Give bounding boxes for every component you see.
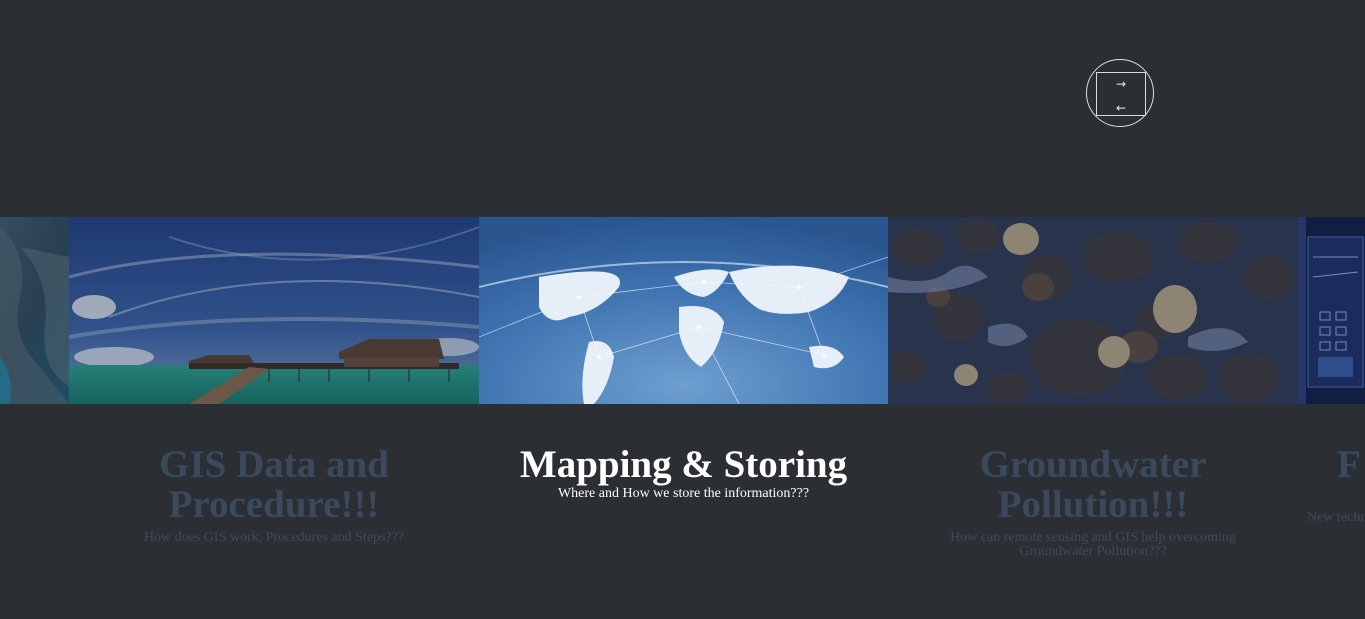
- nav-toggle-button[interactable]: → ←: [1086, 59, 1154, 127]
- carousel-slide[interactable]: [0, 217, 69, 577]
- slide-subtitle: Where and How we store the information??…: [557, 486, 810, 501]
- slide-caption: Groundwater Pollution!!! How can remote …: [888, 445, 1298, 559]
- page: → ← GIS Data and Procedure!!! How does G…: [0, 0, 1365, 619]
- slide-title: GIS Data and Procedure!!!: [159, 443, 389, 526]
- slide-overlay: [479, 217, 888, 404]
- arrow-right-icon: →: [1115, 77, 1127, 91]
- arrow-left-icon: ←: [1115, 101, 1127, 115]
- slide-overlay: [1298, 217, 1365, 404]
- slide-title: F: [1337, 443, 1361, 486]
- carousel-slide-active[interactable]: Mapping & Storing Where and How we store…: [479, 217, 888, 577]
- slide-subtitle: How can remote sensing and GIS help over…: [950, 530, 1236, 559]
- slide-caption: GIS Data and Procedure!!! How does GIS w…: [69, 445, 479, 545]
- carousel-slide[interactable]: F New techn: [1298, 217, 1365, 577]
- slide-caption: F New techn: [1298, 445, 1365, 525]
- slide-subtitle: How does GIS work, Procedures and Steps?…: [143, 530, 405, 545]
- slide-subtitle: New techn: [1307, 510, 1365, 525]
- slide-title: Groundwater Pollution!!!: [979, 443, 1207, 526]
- carousel-slide[interactable]: GIS Data and Procedure!!! How does GIS w…: [69, 217, 479, 577]
- slide-overlay: [69, 217, 479, 404]
- slide-caption: Mapping & Storing Where and How we store…: [479, 445, 888, 501]
- nav-toggle-frame: → ←: [1096, 72, 1146, 116]
- image-carousel: GIS Data and Procedure!!! How does GIS w…: [0, 217, 1365, 577]
- slide-overlay: [0, 217, 69, 404]
- slide-overlay: [888, 217, 1298, 404]
- slide-title: Mapping & Storing: [519, 443, 848, 486]
- carousel-slide[interactable]: Groundwater Pollution!!! How can remote …: [888, 217, 1298, 577]
